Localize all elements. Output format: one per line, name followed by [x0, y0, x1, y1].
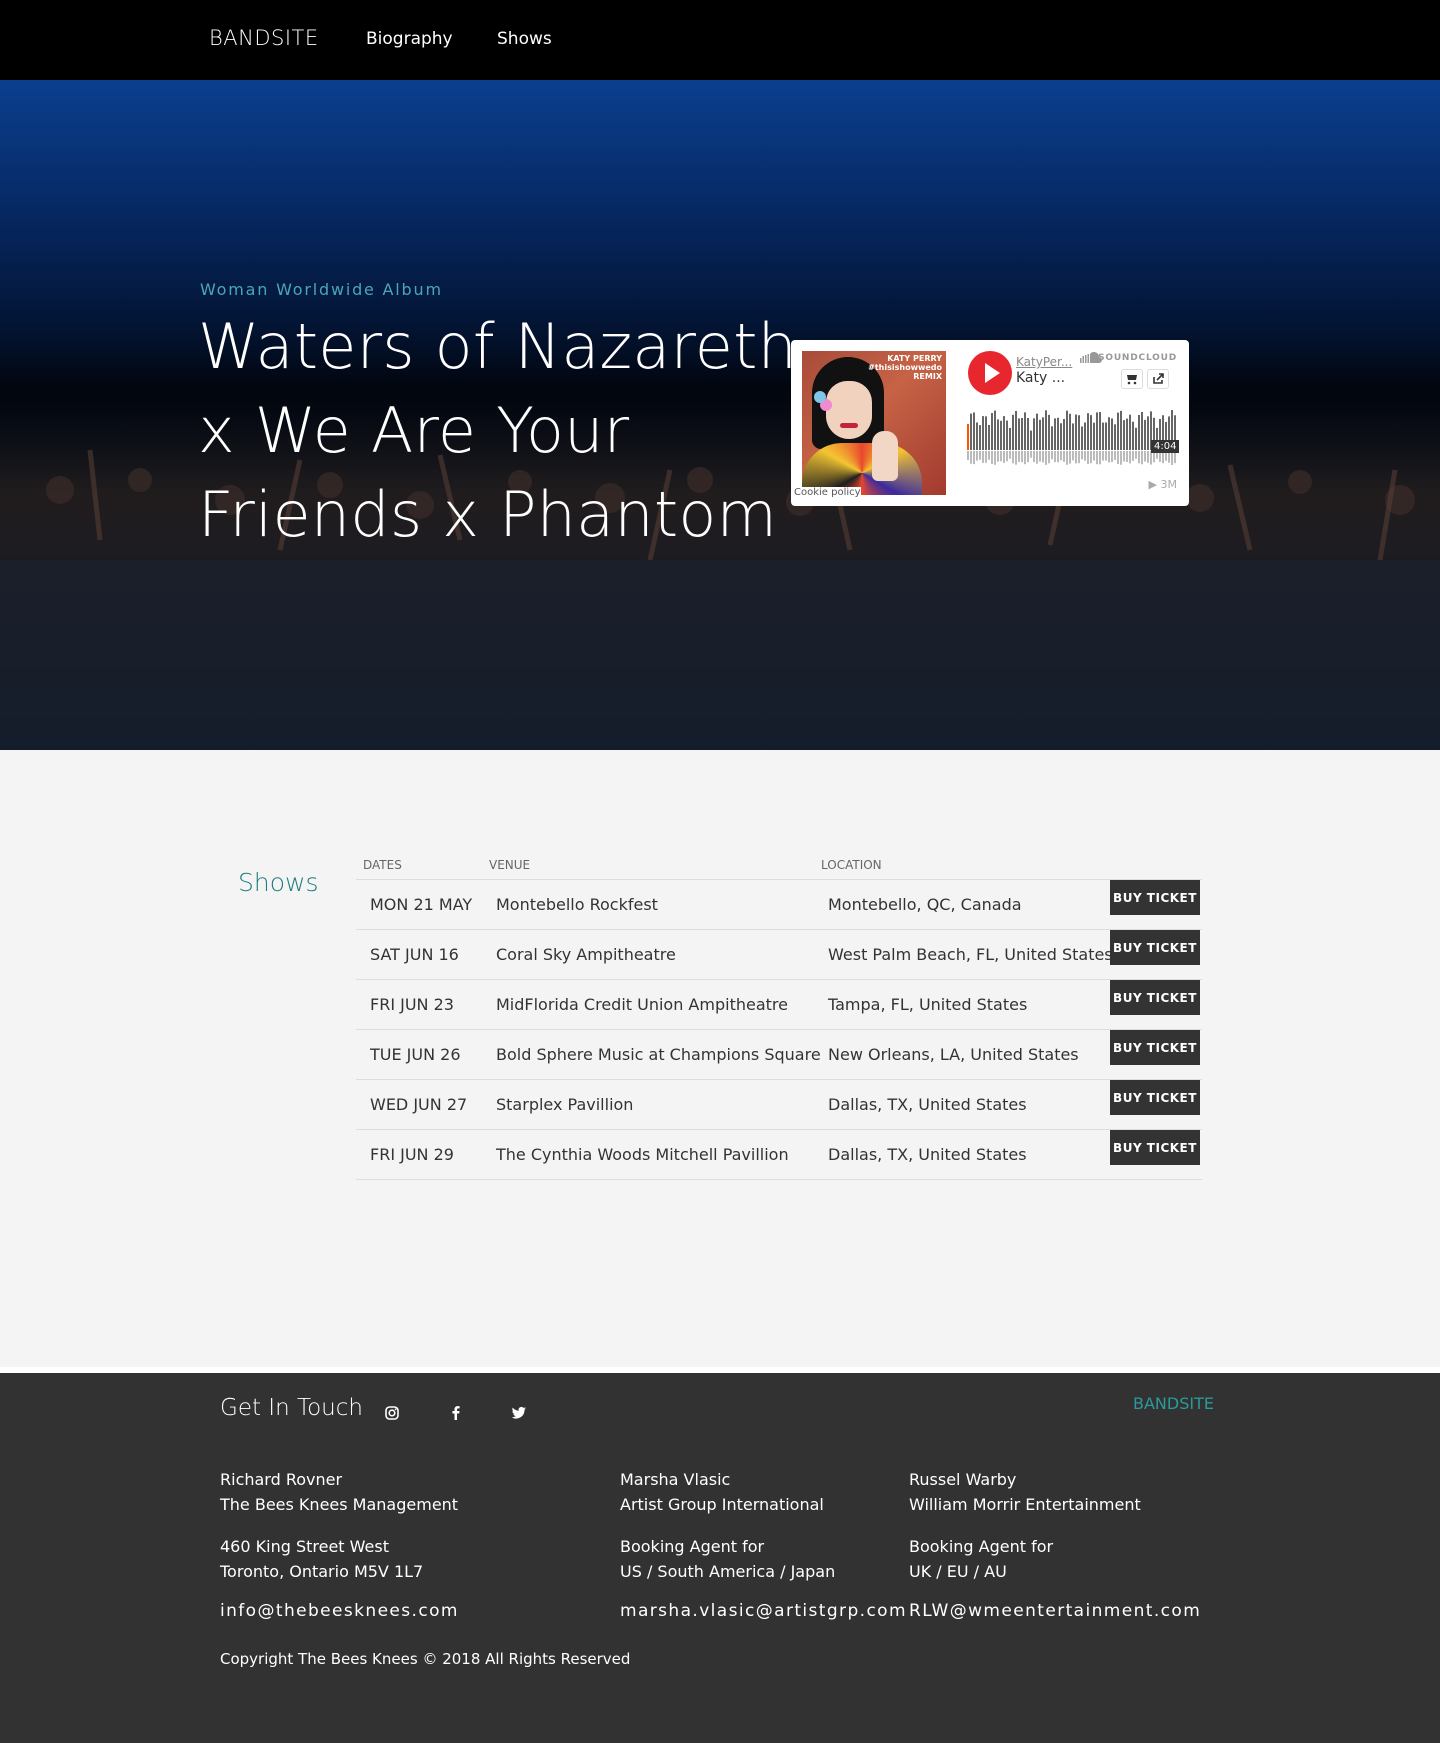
footer: Get In Touch BANDSITE Richard Rovner The …: [0, 1373, 1440, 1743]
artwork-text: KATY PERRY #thisishowwedo REMIX: [868, 354, 942, 381]
show-row: FRI JUN 29 The Cynthia Woods Mitchell Pav…: [356, 1130, 1202, 1180]
column-header-dates: DATES: [363, 858, 402, 872]
share-icon[interactable]: [1147, 369, 1169, 389]
hero-subtitle: Woman Worldwide Album: [200, 280, 443, 299]
contact-org: The Bees Knees Management: [220, 1495, 459, 1514]
play-count: ▶ 3M: [1148, 478, 1177, 491]
buy-ticket-button[interactable]: BUY TICKET: [1110, 1130, 1200, 1165]
nav-link-shows[interactable]: Shows: [497, 29, 552, 49]
contact-line1: Booking Agent for: [909, 1537, 1054, 1556]
contact-email[interactable]: marsha.vlasic@artistgrp.com: [620, 1599, 907, 1624]
contact-email[interactable]: info@thebeesknees.com: [220, 1599, 459, 1624]
shows-table: DATES VENUE LOCATION MON 21 MAY Montebell…: [356, 850, 1202, 1180]
show-location: Dallas, TX, United States: [828, 1095, 1027, 1114]
shows-table-header: DATES VENUE LOCATION: [356, 850, 1202, 880]
contact-column-2: Marsha Vlasic Artist Group International …: [620, 1467, 907, 1624]
play-count-icon: ▶: [1148, 478, 1161, 491]
buy-ticket-button[interactable]: BUY TICKET: [1110, 980, 1200, 1015]
hero-section: Woman Worldwide Album Waters of Nazareth…: [0, 80, 1440, 750]
soundcloud-brand[interactable]: SOUNDCLOUD: [1098, 353, 1177, 363]
buy-ticket-button[interactable]: BUY TICKET: [1110, 930, 1200, 965]
soundcloud-player-widget: KATY PERRY #thisishowwedo REMIX KatyPer.…: [791, 340, 1189, 506]
show-date: MON 21 MAY: [370, 895, 473, 914]
show-row: MON 21 MAY Montebello Rockfest Montebello,…: [356, 880, 1202, 930]
play-button[interactable]: [968, 351, 1012, 395]
column-header-location: LOCATION: [821, 858, 882, 872]
shows-section: Shows DATES VENUE LOCATION MON 21 MAY Mon…: [0, 750, 1440, 1367]
contact-column-3: Russel Warby William Morrir Entertainment…: [909, 1467, 1201, 1624]
show-venue: Montebello Rockfest: [496, 895, 658, 914]
buy-ticket-button[interactable]: BUY TICKET: [1110, 1080, 1200, 1115]
show-date: SAT JUN 16: [370, 945, 459, 964]
show-venue: Bold Sphere Music at Champions Square: [496, 1045, 821, 1064]
contact-name: Marsha Vlasic: [620, 1470, 731, 1489]
buy-ticket-button[interactable]: BUY TICKET: [1110, 1030, 1200, 1065]
soundcloud-track-title[interactable]: Katy ...: [1016, 370, 1065, 386]
top-nav: BANDSITE Biography Shows: [0, 0, 1440, 80]
show-date: FRI JUN 29: [370, 1145, 454, 1164]
cookie-policy-link[interactable]: Cookie policy: [794, 487, 861, 498]
show-venue: Starplex Pavillion: [496, 1095, 634, 1114]
shows-heading: Shows: [238, 868, 319, 897]
show-row: FRI JUN 23 MidFlorida Credit Union Ampith…: [356, 980, 1202, 1030]
contact-org: William Morrir Entertainment: [909, 1495, 1141, 1514]
facebook-icon[interactable]: [446, 1403, 466, 1423]
waveform[interactable]: [967, 408, 1177, 466]
buy-cart-icon[interactable]: [1121, 369, 1143, 389]
show-date: WED JUN 27: [370, 1095, 468, 1114]
show-row: TUE JUN 26 Bold Sphere Music at Champions…: [356, 1030, 1202, 1080]
track-duration: 4:04: [1151, 440, 1180, 453]
contact-name: Russel Warby: [909, 1470, 1017, 1489]
column-header-venue: VENUE: [489, 858, 531, 872]
show-date: FRI JUN 23: [370, 995, 454, 1014]
show-venue: The Cynthia Woods Mitchell Pavillion: [496, 1145, 789, 1164]
contact-line2: UK / EU / AU: [909, 1562, 1007, 1581]
footer-brand-link[interactable]: BANDSITE: [1133, 1394, 1214, 1413]
contact-line2: Toronto, Ontario M5V 1L7: [220, 1562, 424, 1581]
twitter-icon[interactable]: [509, 1403, 529, 1423]
show-location: Tampa, FL, United States: [828, 995, 1028, 1014]
show-venue: Coral Sky Ampitheatre: [496, 945, 676, 964]
hero-title: Waters of Nazareth x We Are Your Friends…: [198, 310, 798, 551]
track-artwork[interactable]: KATY PERRY #thisishowwedo REMIX: [802, 351, 946, 495]
contact-line1: 460 King Street West: [220, 1537, 389, 1556]
buy-ticket-button[interactable]: BUY TICKET: [1110, 880, 1200, 915]
show-date: TUE JUN 26: [370, 1045, 461, 1064]
nav-link-biography[interactable]: Biography: [366, 29, 453, 49]
contact-column-1: Richard Rovner The Bees Knees Management …: [220, 1467, 459, 1624]
show-location: West Palm Beach, FL, United States: [828, 945, 1113, 964]
soundcloud-user-link[interactable]: KatyPer...: [1016, 355, 1072, 369]
nav-brand[interactable]: BANDSITE: [209, 26, 319, 50]
instagram-icon[interactable]: [382, 1403, 402, 1423]
show-location: Montebello, QC, Canada: [828, 895, 1022, 914]
contact-name: Richard Rovner: [220, 1470, 343, 1489]
contact-line1: Booking Agent for: [620, 1537, 765, 1556]
contact-line2: US / South America / Japan: [620, 1562, 836, 1581]
contact-org: Artist Group International: [620, 1495, 824, 1514]
show-venue: MidFlorida Credit Union Ampitheatre: [496, 995, 788, 1014]
show-location: New Orleans, LA, United States: [828, 1045, 1079, 1064]
show-row: SAT JUN 16 Coral Sky Ampitheatre West Palm…: [356, 930, 1202, 980]
copyright: Copyright The Bees Knees © 2018 All Righ…: [220, 1650, 631, 1668]
show-location: Dallas, TX, United States: [828, 1145, 1027, 1164]
contact-email[interactable]: RLW@wmeentertainment.com: [909, 1599, 1201, 1624]
footer-heading: Get In Touch: [220, 1395, 363, 1421]
show-row: WED JUN 27 Starplex Pavillion Dallas, TX, …: [356, 1080, 1202, 1130]
